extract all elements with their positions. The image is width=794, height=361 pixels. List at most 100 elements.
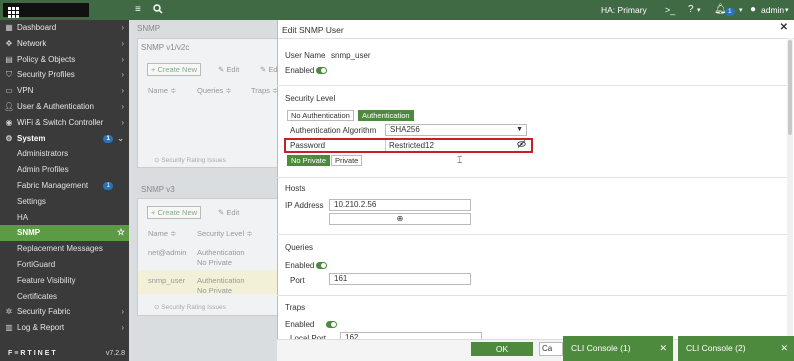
table-row-name[interactable]: net@admin — [148, 248, 186, 257]
ip-address-input[interactable]: 10.210.2.56 — [329, 199, 471, 211]
sidebar-item-admin-profiles[interactable]: Admin Profiles — [0, 162, 129, 178]
vpn-icon: ▭ — [5, 86, 13, 96]
panel-title: Edit SNMP User — [282, 25, 344, 35]
table-row-priv: No Private — [197, 258, 233, 267]
col-name-v3: Name ≑ — [148, 229, 177, 238]
sidebar-item-fabric-management[interactable]: Fabric Management 1 — [0, 178, 129, 194]
close-icon[interactable]: ✕ — [659, 336, 667, 361]
sidebar-item-policy-objects[interactable]: ▤ Policy & Objects › — [0, 52, 129, 68]
sidebar-item-security-profiles[interactable]: ⛉ Security Profiles › — [0, 67, 129, 83]
favorite-star-icon[interactable]: ☆ — [117, 225, 125, 241]
auth-algorithm-select[interactable]: SHA256 ▼ — [385, 124, 527, 136]
sidebar-item-administrators[interactable]: Administrators — [0, 146, 129, 162]
chevron-right-icon: › — [121, 307, 124, 317]
user-avatar-icon[interactable]: ● — [750, 4, 756, 16]
user-menu[interactable]: admin — [761, 5, 784, 15]
user-icon: 👤︎ — [4, 101, 15, 111]
sidebar-item-security-fabric[interactable]: ✲ Security Fabric › — [0, 304, 129, 320]
cli-console-1-tab[interactable]: CLI Console (1) ✕ — [563, 336, 673, 361]
col-queries: Queries ≑ — [197, 86, 232, 95]
ip-address-label: IP Address — [285, 201, 324, 210]
create-new-button-v1[interactable]: + Create New — [147, 63, 202, 76]
ha-status: HA: Primary — [601, 5, 647, 15]
security-rating-v1: ⊙ Security Rating Issues — [154, 157, 226, 164]
search-icon[interactable] — [153, 4, 163, 18]
password-input[interactable]: Restricted12 — [389, 141, 434, 150]
close-icon[interactable]: ✕ — [780, 22, 788, 33]
edit-button-v1[interactable]: ✎ Edit — [215, 64, 242, 75]
no-authentication-option[interactable]: No Authentication — [287, 110, 354, 121]
sidebar-item-system[interactable]: ⚙ System 1 ⌄ — [0, 131, 129, 147]
edit-snmp-user-panel: Edit SNMP User ✕ — [277, 20, 794, 361]
auth-algorithm-label: Authentication Algorithm — [290, 126, 377, 135]
sidebar-item-wifi-switch-controller[interactable]: ◉ WiFi & Switch Controller › — [0, 115, 129, 131]
scrollbar[interactable] — [787, 38, 793, 338]
chevron-right-icon: › — [121, 38, 124, 48]
fabric-management-badge: 1 — [103, 181, 113, 190]
ok-button[interactable]: OK — [471, 342, 533, 356]
chevron-down-icon: ⌄ — [117, 133, 124, 143]
username-value: snmp_user — [331, 51, 371, 60]
no-private-option[interactable]: No Private — [287, 155, 331, 166]
notification-chevron-down-icon[interactable]: ▾ — [739, 5, 743, 17]
cli-prompt-icon[interactable]: >_ — [665, 4, 675, 16]
policy-icon: ▤ — [5, 54, 13, 64]
chevron-right-icon: › — [121, 101, 124, 111]
snmp-v1-heading: SNMP v1/v2c — [141, 43, 190, 52]
authentication-option[interactable]: Authentication — [358, 110, 414, 121]
divider — [278, 38, 794, 39]
create-new-button-v3[interactable]: + Create New — [147, 206, 202, 219]
notification-badge[interactable]: 1 — [725, 5, 735, 17]
private-option[interactable]: Private — [331, 155, 363, 166]
help-icon[interactable]: ? — [688, 4, 694, 16]
password-label: Password — [290, 141, 326, 150]
system-badge: 1 — [103, 134, 113, 143]
sidebar-item-dashboard[interactable]: ▦ Dashboard › — [0, 20, 129, 36]
network-icon: ✥ — [5, 38, 13, 48]
eye-slash-icon[interactable] — [517, 140, 526, 150]
chevron-right-icon: › — [121, 70, 124, 80]
snmp-v3-heading: SNMP v3 — [141, 185, 175, 194]
queries-enabled-label: Enabled — [285, 261, 315, 270]
menu-toggle-icon[interactable]: ≡ — [135, 4, 141, 16]
divider — [385, 140, 386, 151]
user-chevron-down-icon[interactable]: ▾ — [785, 5, 789, 17]
sidebar-item-user-authentication[interactable]: 👤︎ User & Authentication › — [0, 99, 129, 115]
help-chevron-down-icon[interactable]: ▾ — [697, 5, 701, 17]
col-traps: Traps ≑ — [251, 86, 279, 95]
table-row-level: Authentication — [197, 248, 245, 257]
sidebar-item-snmp[interactable]: SNMP ☆ — [0, 225, 129, 242]
close-icon[interactable]: ✕ — [780, 336, 788, 361]
divider — [277, 177, 787, 178]
traps-enabled-label: Enabled — [285, 320, 315, 329]
scroll-thumb[interactable] — [788, 40, 792, 135]
queries-heading: Queries — [285, 243, 314, 252]
sidebar-item-settings[interactable]: Settings — [0, 194, 129, 210]
cancel-button[interactable]: Ca — [539, 342, 563, 356]
page-title: SNMP — [137, 24, 161, 33]
sidebar-item-fortiguard[interactable]: FortiGuard — [0, 257, 129, 273]
table-row-level: Authentication — [197, 276, 245, 285]
divider — [277, 234, 787, 235]
add-host-button[interactable]: ⊕ — [329, 213, 471, 225]
sidebar-item-log-report[interactable]: ▥ Log & Report › — [0, 320, 129, 336]
enabled-toggle[interactable] — [316, 67, 327, 74]
sidebar-item-certificates[interactable]: Certificates — [0, 289, 129, 305]
sidebar-item-ha[interactable]: HA — [0, 210, 129, 226]
snmp-v1-panel — [137, 38, 282, 168]
port-label: Port — [290, 276, 305, 285]
sidebar-footer: F≡RTINET v7.2.8 — [0, 347, 129, 361]
table-row-name[interactable]: snmp_user — [148, 276, 185, 285]
sidebar-item-replacement-messages[interactable]: Replacement Messages — [0, 241, 129, 257]
traps-enabled-toggle[interactable] — [326, 321, 337, 328]
sidebar-item-vpn[interactable]: ▭ VPN › — [0, 83, 129, 99]
divider — [277, 85, 787, 86]
cli-console-2-tab[interactable]: CLI Console (2) ✕ — [678, 336, 794, 361]
port-input[interactable]: 161 — [329, 273, 471, 285]
edit-button-v3[interactable]: ✎ Edit — [215, 207, 242, 218]
divider — [277, 295, 787, 296]
sidebar-item-feature-visibility[interactable]: Feature Visibility — [0, 273, 129, 289]
queries-enabled-toggle[interactable] — [316, 262, 327, 269]
sidebar-item-network[interactable]: ✥ Network › — [0, 36, 129, 52]
col-security-level: Security Level ≑ — [197, 229, 253, 238]
